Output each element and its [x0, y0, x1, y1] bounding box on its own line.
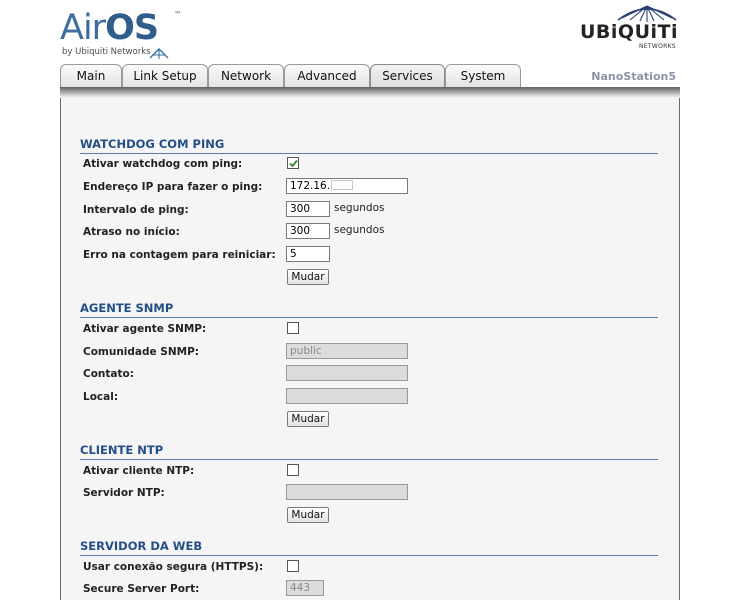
watchdog-enable-checkbox[interactable]: [287, 157, 299, 169]
snmp-contact-input[interactable]: [286, 365, 408, 381]
tab-advanced[interactable]: Advanced: [284, 64, 370, 88]
ntp-save-button[interactable]: Mudar: [287, 507, 329, 523]
ubiquiti-wordmark: UBiQUiTi: [580, 21, 678, 43]
ntp-server-label: Servidor NTP:: [83, 487, 165, 499]
airos-byline: by Ubiquiti Networks: [62, 47, 151, 57]
watchdog-save-button[interactable]: Mudar: [287, 269, 329, 285]
web-https-checkbox[interactable]: [287, 560, 299, 572]
web-port-input[interactable]: 443: [286, 580, 324, 596]
airos-logo: AirOS ™ by Ubiquiti Networks: [60, 6, 190, 62]
ntp-enable-label: Ativar cliente NTP:: [83, 465, 195, 477]
airos-logo-wordmark: AirOS: [60, 6, 159, 50]
snmp-enable-checkbox[interactable]: [287, 322, 299, 334]
web-port-label: Secure Server Port:: [83, 583, 200, 595]
watchdog-failure-input[interactable]: 5: [286, 246, 330, 262]
ntp-enable-checkbox[interactable]: [287, 464, 299, 476]
ubiquiti-networks-label: NETWORKS: [639, 43, 676, 50]
device-name: NanoStation5: [591, 70, 676, 83]
tab-services[interactable]: Services: [370, 64, 445, 88]
tab-link-setup[interactable]: Link Setup: [122, 64, 208, 88]
watchdog-interval-label: Intervalo de ping:: [83, 204, 189, 216]
snmp-community-input[interactable]: public: [286, 343, 408, 359]
tab-network[interactable]: Network: [208, 64, 284, 88]
watchdog-failure-label: Erro na contagem para reiniciar:: [83, 249, 276, 261]
tab-system[interactable]: System: [445, 64, 521, 88]
airos-logo-os: OS: [105, 8, 159, 48]
watchdog-interval-input[interactable]: 300: [286, 201, 330, 217]
snmp-save-button[interactable]: Mudar: [287, 411, 329, 427]
watchdog-ip-value: 172.16.: [290, 180, 331, 192]
ubiquiti-logo: UBiQUiTi NETWORKS: [578, 4, 682, 52]
airos-trademark: ™: [174, 10, 182, 19]
panel-top-shadow: [60, 87, 680, 98]
airos-logo-air: Air: [60, 8, 106, 48]
ntp-server-input[interactable]: [286, 484, 408, 500]
watchdog-delay-label: Atraso no início:: [83, 226, 180, 238]
watchdog-ip-input[interactable]: 172.16.: [286, 178, 408, 194]
checkmark-icon: [289, 159, 298, 168]
web-https-label: Usar conexão segura (HTTPS):: [83, 561, 264, 573]
snmp-enable-label: Ativar agente SNMP:: [83, 323, 207, 335]
watchdog-interval-unit: segundos: [334, 202, 385, 214]
section-title-snmp: AGENTE SNMP: [80, 302, 658, 318]
section-title-web: SERVIDOR DA WEB: [80, 540, 658, 556]
watchdog-ip-label: Endereço IP para fazer o ping:: [83, 181, 263, 193]
watchdog-enable-label: Ativar watchdog com ping:: [83, 158, 243, 170]
antenna-icon: [149, 48, 169, 59]
snmp-location-input[interactable]: [286, 388, 408, 404]
snmp-location-label: Local:: [83, 391, 119, 403]
watchdog-delay-unit: segundos: [334, 224, 385, 236]
ip-redaction-box: [331, 180, 354, 190]
snmp-community-label: Comunidade SNMP:: [83, 346, 199, 358]
watchdog-delay-input[interactable]: 300: [286, 223, 330, 239]
section-title-watchdog: WATCHDOG COM PING: [80, 138, 658, 154]
snmp-contact-label: Contato:: [83, 368, 134, 380]
section-title-ntp: CLIENTE NTP: [80, 444, 658, 460]
tab-main[interactable]: Main: [60, 64, 122, 88]
